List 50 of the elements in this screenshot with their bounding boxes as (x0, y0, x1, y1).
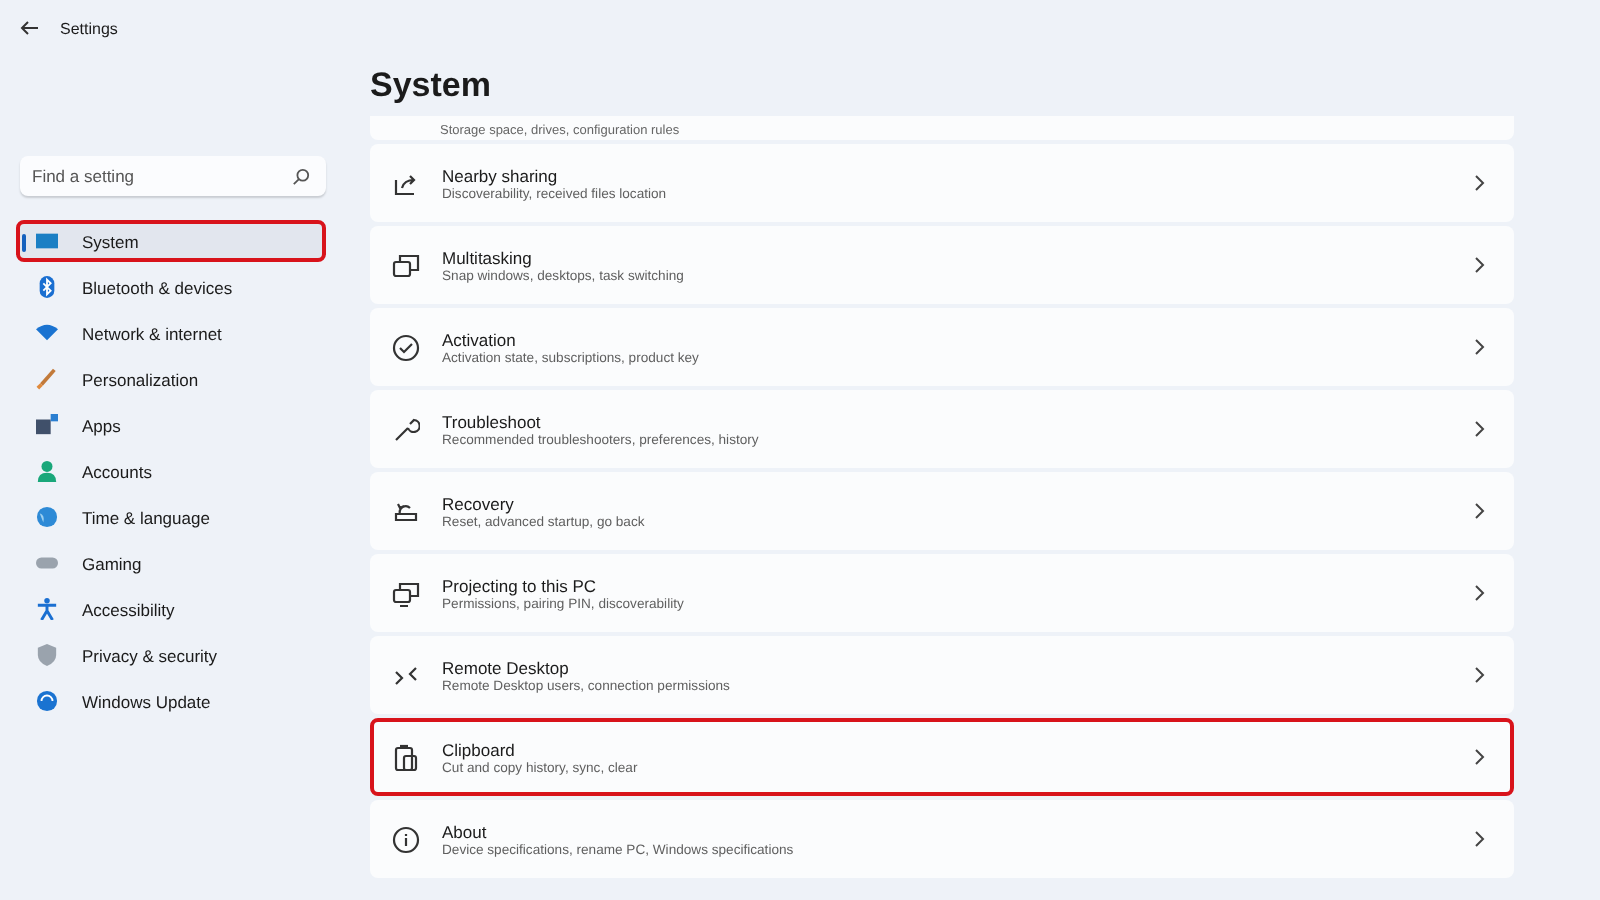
chevron-right-icon (1474, 338, 1486, 356)
row-title: Projecting to this PC (442, 575, 599, 595)
sidebar-item[interactable]: Gaming (16, 542, 326, 584)
sidebar-item[interactable]: Personalization (16, 358, 326, 400)
row-title: Activation (442, 329, 518, 349)
bluetooth-icon (36, 276, 58, 298)
brush-icon (36, 368, 58, 390)
row-title: Troubleshoot (442, 411, 543, 431)
row-title: Remote Desktop (442, 657, 571, 677)
check-icon (392, 333, 420, 361)
chevron-right-icon (1474, 584, 1486, 602)
sidebar-item[interactable]: Privacy & security (16, 634, 326, 676)
back-arrow-icon[interactable] (20, 20, 40, 36)
row-title: Nearby sharing (442, 165, 560, 185)
project-icon (392, 579, 420, 607)
sidebar-item[interactable]: Apps (16, 404, 326, 446)
sidebar-item[interactable]: Bluetooth & devices (16, 266, 326, 308)
info-icon (392, 825, 420, 853)
clipboard-icon (392, 743, 420, 771)
accessibility-icon (36, 598, 58, 620)
sidebar-item[interactable]: Network & internet (16, 312, 326, 354)
update-icon (36, 690, 58, 712)
page-title: System (370, 66, 493, 106)
chevron-right-icon (1474, 830, 1486, 848)
sidebar-item[interactable]: Accessibility (16, 588, 326, 630)
person-icon (36, 460, 58, 482)
row-title: Multitasking (442, 247, 534, 267)
chevron-right-icon (1474, 748, 1486, 766)
share-icon (392, 169, 420, 197)
apps-icon (36, 414, 58, 436)
row-title: Recovery (442, 493, 516, 513)
sidebar-item[interactable]: Accounts (16, 450, 326, 492)
row-title: Clipboard (442, 739, 517, 759)
chevron-right-icon (1474, 502, 1486, 520)
shield-icon (36, 644, 58, 666)
remote-icon (392, 661, 420, 689)
chevron-right-icon (1474, 666, 1486, 684)
windows-icon (392, 251, 420, 279)
chevron-right-icon (1474, 420, 1486, 438)
window-title: Settings (60, 19, 118, 37)
sidebar-item[interactable]: Time & language (16, 496, 326, 538)
wifi-icon (36, 322, 58, 344)
row-title: About (442, 821, 489, 841)
monitor-icon (36, 230, 58, 252)
search-field[interactable]: Find a setting (20, 156, 326, 196)
sidebar-item[interactable]: System (16, 220, 326, 262)
chevron-right-icon (1474, 256, 1486, 274)
search-icon (292, 167, 310, 185)
chevron-right-icon (1474, 174, 1486, 192)
sidebar-item[interactable]: Windows Update (16, 680, 326, 722)
